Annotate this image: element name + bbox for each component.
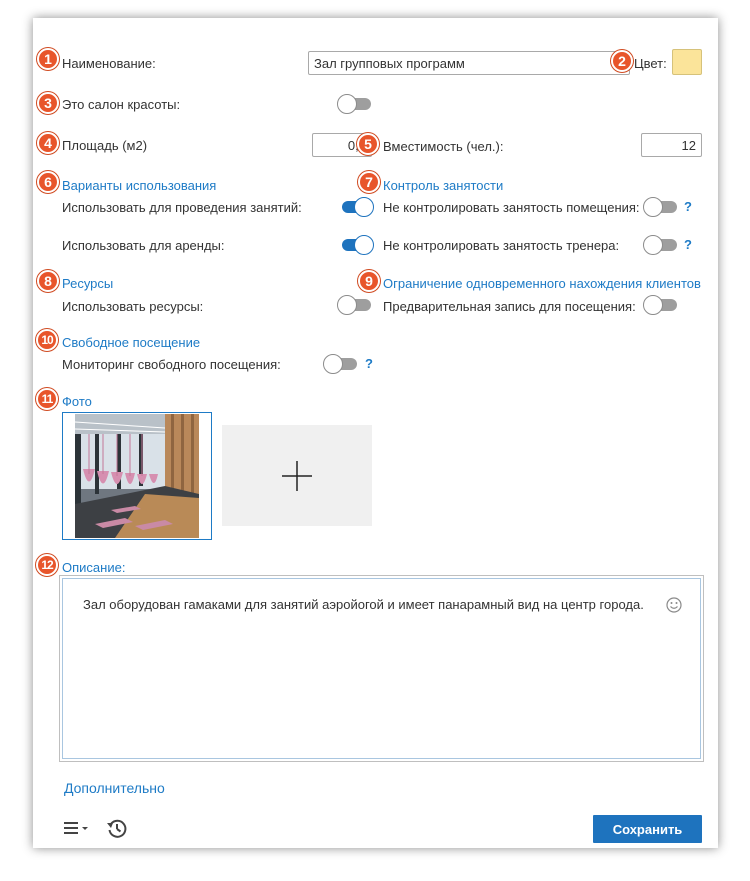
emoji-icon[interactable] xyxy=(666,597,682,613)
description-section-title: Описание: xyxy=(62,560,126,575)
name-input[interactable] xyxy=(308,51,630,75)
free-visit-monitor-toggle[interactable] xyxy=(323,353,359,375)
description-text: Зал оборудован гамаками для занятий аэро… xyxy=(83,597,644,612)
room-photo xyxy=(75,414,199,538)
resources-section-title: Ресурсы xyxy=(62,276,114,291)
use-for-rent-toggle[interactable] xyxy=(338,234,374,256)
use-for-classes-label: Использовать для проведения занятий: xyxy=(62,200,302,215)
plus-icon xyxy=(282,460,312,491)
no-room-control-toggle[interactable] xyxy=(643,196,679,218)
badge-5: 5 xyxy=(357,133,379,155)
badge-12: 12 xyxy=(36,554,58,576)
add-photo-button[interactable] xyxy=(222,425,372,526)
color-swatch[interactable] xyxy=(672,49,702,75)
badge-2: 2 xyxy=(611,50,633,72)
area-label: Площадь (м2) xyxy=(62,138,148,153)
free-visit-monitor-label: Мониторинг свободного посещения: xyxy=(62,357,281,372)
use-for-classes-toggle[interactable] xyxy=(338,196,374,218)
badge-4: 4 xyxy=(37,132,59,154)
capacity-input[interactable] xyxy=(641,133,702,157)
badge-8: 8 xyxy=(37,270,59,292)
beauty-salon-label: Это салон красоты: xyxy=(62,97,181,112)
photo-section-title: Фото xyxy=(62,394,92,409)
history-icon xyxy=(107,819,127,838)
occupancy-section-title: Контроль занятости xyxy=(383,178,504,193)
usage-section-title: Варианты использования xyxy=(62,178,217,193)
room-dialog: 1 Наименование: 2 Цвет: 3 Это салон крас… xyxy=(33,18,718,848)
use-for-rent-label: Использовать для аренды: xyxy=(62,238,225,253)
prebooking-label: Предварительная запись для посещения: xyxy=(383,299,636,314)
room-control-help-icon[interactable]: ? xyxy=(684,199,692,214)
photo-thumbnail[interactable] xyxy=(62,412,212,540)
clients-limit-section-title: Ограничение одновременного нахождения кл… xyxy=(383,276,701,291)
trainer-control-help-icon[interactable]: ? xyxy=(684,237,692,252)
badge-10: 10 xyxy=(36,329,58,351)
save-button[interactable]: Сохранить xyxy=(593,815,702,843)
description-textarea[interactable]: Зал оборудован гамаками для занятий аэро… xyxy=(62,578,701,759)
menu-button[interactable] xyxy=(64,820,90,838)
free-visit-help-icon[interactable]: ? xyxy=(365,356,373,371)
badge-11: 11 xyxy=(36,388,58,410)
badge-3: 3 xyxy=(37,92,59,114)
no-trainer-control-label: Не контролировать занятость тренера: xyxy=(383,238,620,253)
no-trainer-control-toggle[interactable] xyxy=(643,234,679,256)
badge-6: 6 xyxy=(37,171,59,193)
history-button[interactable] xyxy=(106,818,128,840)
badge-9: 9 xyxy=(358,270,380,292)
name-label: Наименование: xyxy=(62,56,156,71)
menu-icon xyxy=(64,822,88,834)
more-link[interactable]: Дополнительно xyxy=(64,780,165,796)
capacity-label: Вместимость (чел.): xyxy=(383,139,504,154)
use-resources-toggle[interactable] xyxy=(337,294,373,316)
beauty-salon-toggle[interactable] xyxy=(337,93,373,115)
badge-7: 7 xyxy=(358,171,380,193)
prebooking-toggle[interactable] xyxy=(643,294,679,316)
free-visit-section-title: Свободное посещение xyxy=(62,335,201,350)
use-resources-label: Использовать ресурсы: xyxy=(62,299,204,314)
description-editor[interactable]: Зал оборудован гамаками для занятий аэро… xyxy=(59,575,704,762)
color-label: Цвет: xyxy=(634,56,667,71)
no-room-control-label: Не контролировать занятость помещения: xyxy=(383,200,640,215)
badge-1: 1 xyxy=(37,48,59,70)
